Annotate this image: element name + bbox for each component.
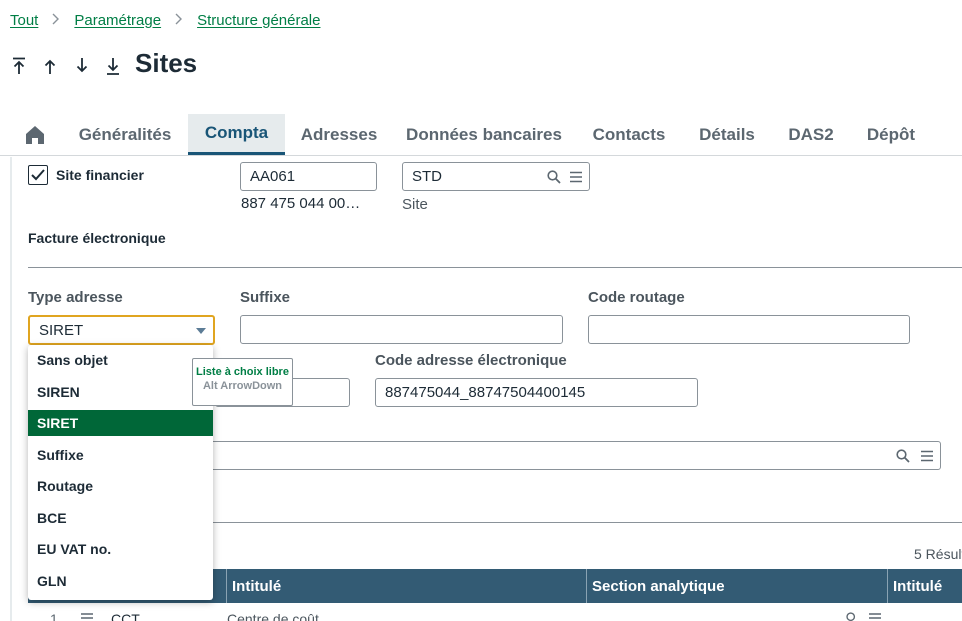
tab-donnees-bancaires[interactable]: Données bancaires: [400, 114, 568, 155]
chevron-right-icon: [52, 12, 60, 28]
site-label: Site: [402, 196, 428, 213]
tab-generalites[interactable]: Généralités: [70, 114, 180, 155]
next-record-icon[interactable]: [72, 54, 92, 78]
financial-code-description: 887 475 044 00…: [241, 195, 361, 212]
table-section-divider: [200, 522, 962, 523]
code-adresse-electronique-value: 887475044_88747504400145: [385, 384, 586, 401]
site-financier-label: Site financier: [56, 167, 144, 183]
dropdown-option-routage[interactable]: Routage: [28, 473, 213, 499]
code-routage-label: Code routage: [588, 289, 685, 306]
dropdown-option-gln[interactable]: GLN: [28, 568, 213, 594]
code-routage-field[interactable]: [588, 315, 910, 344]
results-count: 5 Résult: [914, 546, 962, 562]
breadcrumb-item-parametrage[interactable]: Paramétrage: [74, 12, 161, 29]
dropdown-arrow-icon[interactable]: [195, 322, 207, 339]
menu-icon[interactable]: [918, 447, 936, 465]
site-financier-checkbox[interactable]: [28, 165, 48, 185]
row-intitule: Centre de coût: [227, 611, 319, 621]
breadcrumb-item-tout[interactable]: Tout: [10, 12, 38, 29]
suffixe-field[interactable]: [240, 315, 563, 344]
tab-home[interactable]: [20, 114, 50, 155]
row-menu-icon[interactable]: [80, 610, 94, 621]
lookup-field[interactable]: [200, 441, 941, 470]
column-header-intitule-2[interactable]: Intitulé: [887, 569, 962, 603]
code-adresse-electronique-field[interactable]: 887475044_88747504400145: [375, 378, 698, 407]
suffixe-label: Suffixe: [240, 289, 291, 306]
search-icon[interactable]: [846, 611, 858, 621]
menu-icon[interactable]: [567, 168, 585, 186]
section-divider: [28, 267, 962, 268]
search-icon[interactable]: [545, 168, 563, 186]
financial-code-value: AA061: [250, 168, 296, 185]
breadcrumb: Tout Paramétrage Structure générale: [10, 10, 320, 30]
code-adresse-electronique-label: Code adresse électronique: [375, 352, 567, 369]
tooltip-shortcut: Alt ArrowDown: [202, 380, 283, 392]
section-title-facture-electronique: Facture électronique: [28, 230, 166, 246]
column-header-section-analytique[interactable]: Section analytique: [586, 569, 886, 603]
type-adresse-dropdown-list: Sans objet SIREN SIRET Suffixe Routage B…: [28, 345, 213, 600]
tab-bar: Généralités Compta Adresses Données banc…: [0, 114, 962, 156]
column-header-intitule[interactable]: Intitulé: [226, 569, 584, 603]
row-number: 1: [50, 611, 58, 621]
tab-das2[interactable]: DAS2: [782, 114, 840, 155]
tab-adresses[interactable]: Adresses: [295, 114, 383, 155]
tab-compta[interactable]: Compta: [188, 114, 285, 155]
menu-icon[interactable]: [868, 610, 882, 621]
type-adresse-label: Type adresse: [28, 289, 123, 306]
dropdown-option-bce[interactable]: BCE: [28, 505, 213, 531]
tab-contacts[interactable]: Contacts: [586, 114, 672, 155]
last-record-icon[interactable]: [103, 54, 123, 78]
site-value: STD: [412, 168, 442, 185]
dropdown-option-sans-objet[interactable]: Sans objet: [28, 347, 213, 373]
page-title: Sites: [135, 48, 198, 78]
panel-edge: [10, 157, 12, 621]
chevron-right-icon: [175, 12, 183, 28]
dropdown-option-siret[interactable]: SIRET: [28, 410, 213, 436]
dropdown-option-eu-vat[interactable]: EU VAT no.: [28, 536, 213, 562]
tooltip-title: Liste à choix libre: [196, 366, 289, 378]
search-icon[interactable]: [894, 447, 912, 465]
first-record-icon[interactable]: [9, 54, 29, 78]
breadcrumb-item-structure-generale[interactable]: Structure générale: [197, 12, 320, 29]
type-adresse-select[interactable]: SIRET: [28, 315, 215, 345]
home-icon: [26, 125, 44, 144]
site-field[interactable]: STD: [402, 162, 590, 191]
tab-details[interactable]: Détails: [692, 114, 762, 155]
dropdown-option-siren[interactable]: SIREN: [28, 379, 213, 405]
checkmark-icon: [31, 169, 45, 181]
financial-code-field[interactable]: AA061: [240, 162, 377, 191]
tab-depot[interactable]: Dépôt: [858, 114, 924, 155]
row-code: CCT: [111, 611, 140, 621]
type-adresse-value: SIRET: [39, 321, 84, 339]
tooltip: Liste à choix libre Alt ArrowDown: [192, 358, 293, 406]
previous-record-icon[interactable]: [40, 54, 60, 78]
dropdown-option-suffixe[interactable]: Suffixe: [28, 442, 213, 468]
table-row[interactable]: 1 CCT Centre de coût: [28, 604, 962, 621]
